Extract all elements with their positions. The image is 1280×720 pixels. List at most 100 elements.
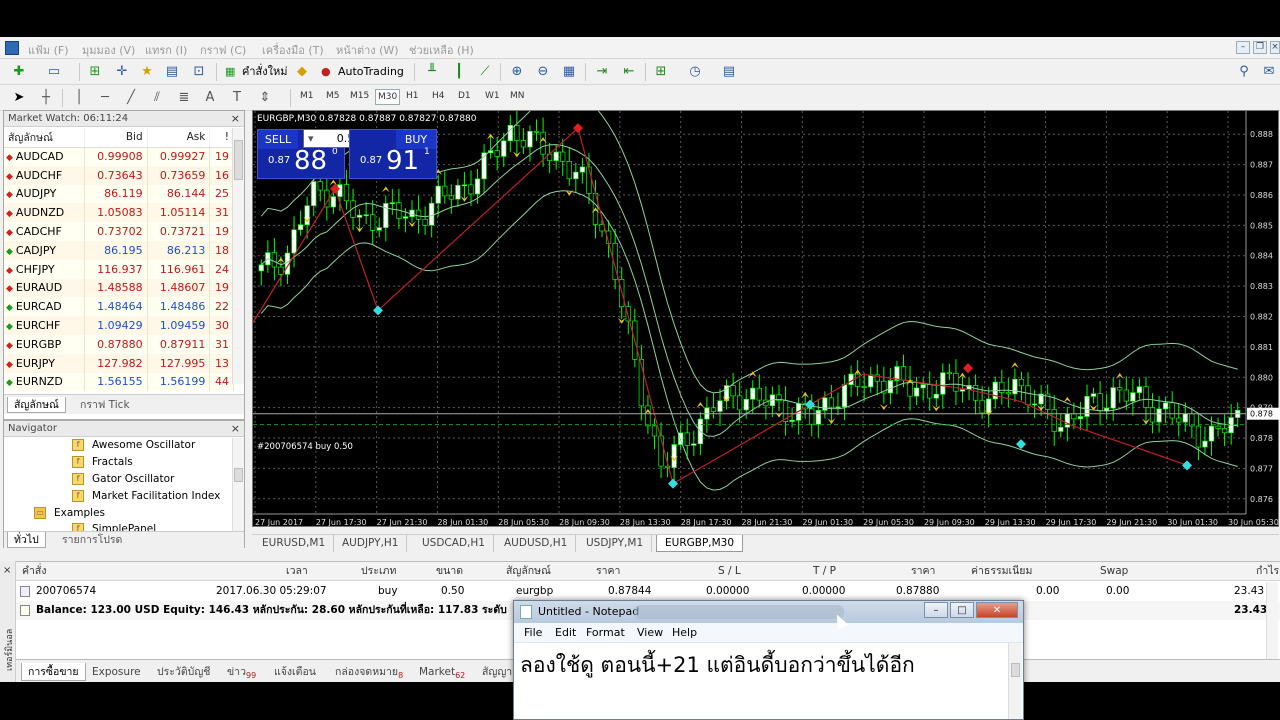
indicators-icon[interactable]: ⊞: [652, 63, 670, 81]
tab-mailbox[interactable]: กล่องจดหมาย8: [329, 663, 409, 681]
col-cur-price[interactable]: ราคา: [911, 562, 935, 581]
tf-m1[interactable]: M1: [300, 91, 314, 101]
chart-window[interactable]: 0.888 0.887 0.886 0.885 0.884 0.883 0.882 0.881…: [252, 110, 1280, 527]
menu-file[interactable]: File: [524, 623, 542, 643]
candlestick-icon[interactable]: ┃: [450, 63, 468, 81]
market-watch-row[interactable]: ◆ CADCHF 0.73702 0.73721 19: [4, 222, 234, 241]
cursor-icon[interactable]: ➤: [10, 89, 28, 107]
tf-h1[interactable]: H1: [406, 91, 419, 101]
notepad-titlebar[interactable]: Untitled - Notepad – □ ✕: [514, 601, 1023, 623]
terminal-icon[interactable]: ▤: [163, 63, 181, 81]
menu-window[interactable]: หน้าต่าง (W): [336, 41, 399, 59]
notepad-scrollbar[interactable]: [1008, 643, 1022, 719]
tab-symbols[interactable]: สัญลักษณ์: [7, 397, 66, 413]
zoom-out-icon[interactable]: ⊖: [534, 63, 552, 81]
chart-tab-active[interactable]: EURGBP,M30: [656, 535, 744, 552]
nav-item[interactable]: f Awesome Oscillator: [72, 439, 195, 451]
market-watch-row[interactable]: ◆ AUDCHF 0.73643 0.73659 16: [4, 165, 234, 185]
tab-exposure[interactable]: Exposure: [86, 663, 147, 681]
mdi-minimize-icon[interactable]: –: [1236, 41, 1250, 54]
tab-account-history[interactable]: ประวัติบัญชี: [151, 663, 216, 681]
fibonacci-icon[interactable]: ≣: [175, 89, 193, 107]
menu-tools[interactable]: เครื่องมือ (T): [262, 41, 324, 59]
col-tp[interactable]: T / P: [813, 562, 836, 581]
nav-item[interactable]: f Fractals: [72, 456, 133, 468]
text-label-icon[interactable]: T: [228, 89, 246, 107]
tf-m5[interactable]: M5: [326, 91, 340, 101]
market-watch-row[interactable]: ◆ AUDCAD 0.99908 0.99927 19: [4, 147, 234, 166]
tf-w1[interactable]: W1: [485, 91, 500, 101]
col-type[interactable]: ประเภท: [361, 562, 396, 581]
market-watch-row[interactable]: ◆ EURJPY 127.982 127.995 13: [4, 353, 234, 373]
mdi-restore-icon[interactable]: ❐: [1253, 41, 1267, 54]
terminal-scrollbar[interactable]: [1266, 582, 1278, 660]
tab-favorites[interactable]: รายการโปรด: [56, 532, 128, 548]
notepad-text-area[interactable]: ลองใช้ดู ตอนนี้+21 แต่อินดี้บอกว่าขึ้นได…: [520, 649, 915, 682]
tab-alerts[interactable]: แจ้งเตือน: [268, 663, 322, 681]
market-watch-row[interactable]: ◆ AUDJPY 86.119 86.144 25: [4, 184, 234, 204]
equidistant-channel-icon[interactable]: ⫽: [148, 89, 166, 107]
tab-trade[interactable]: การซื้อขาย: [21, 663, 86, 681]
tf-m15[interactable]: M15: [350, 91, 369, 101]
market-watch-icon[interactable]: ⊞: [86, 63, 104, 81]
menu-insert[interactable]: แทรก (I): [145, 41, 187, 59]
tf-d1[interactable]: D1: [458, 91, 471, 101]
col-sl[interactable]: S / L: [718, 562, 741, 581]
menu-format[interactable]: Format: [586, 623, 625, 643]
chart-tab[interactable]: AUDJPY,H1: [334, 535, 408, 552]
col-size[interactable]: ขนาด: [436, 562, 463, 581]
templates-icon[interactable]: ▤: [720, 63, 738, 81]
market-watch-row[interactable]: ◆ EURCAD 1.48464 1.48486 22: [4, 297, 234, 317]
chart-tab[interactable]: USDJPY,M1: [578, 535, 653, 552]
periods-icon[interactable]: ◷: [686, 63, 704, 81]
nav-item[interactable]: f Gator Oscillator: [72, 473, 174, 485]
col-bid[interactable]: Bid: [84, 128, 148, 148]
notepad-window[interactable]: Untitled - Notepad – □ ✕ File Edit Forma…: [513, 600, 1024, 720]
market-watch-row[interactable]: ◆ AUDNZD 1.05083 1.05114 31: [4, 203, 234, 223]
vertical-line-icon[interactable]: │: [70, 89, 88, 107]
market-watch-row[interactable]: ◆ EURGBP 0.87880 0.87911 31: [4, 334, 234, 354]
col-symbol[interactable]: สัญลักษณ์: [4, 128, 85, 148]
arrows-icon[interactable]: ⇕: [256, 89, 274, 107]
menu-edit[interactable]: Edit: [555, 623, 576, 643]
menu-help[interactable]: Help: [672, 623, 697, 643]
chart-tab[interactable]: EURUSD,M1: [254, 535, 335, 552]
tab-common[interactable]: ทั่วไป: [7, 532, 46, 548]
strategy-tester-icon[interactable]: ⊡: [190, 63, 208, 81]
col-ask[interactable]: Ask: [147, 128, 211, 148]
col-profit[interactable]: กำไร: [1256, 562, 1279, 581]
crosshair-icon[interactable]: ┼: [37, 89, 55, 107]
tab-signals[interactable]: สัญญา: [476, 663, 518, 681]
tab-market[interactable]: Market62: [413, 663, 471, 681]
col-swap[interactable]: Swap: [1100, 562, 1128, 581]
bar-chart-icon[interactable]: ╨: [423, 63, 441, 81]
autoscroll-icon[interactable]: ⇤: [620, 63, 638, 81]
tab-news[interactable]: ข่าว99: [221, 663, 262, 681]
autotrading-button[interactable]: ● AutoTrading: [318, 62, 404, 82]
trendline-icon[interactable]: ╱: [122, 89, 140, 107]
horizontal-line-icon[interactable]: ─: [96, 89, 114, 107]
close-icon[interactable]: ×: [3, 565, 11, 576]
col-symbol[interactable]: สัญลักษณ์: [506, 562, 551, 581]
text-icon[interactable]: A: [201, 89, 219, 107]
profiles-icon[interactable]: ▭: [45, 63, 63, 81]
close-icon[interactable]: ✕: [976, 602, 1018, 618]
buy-button[interactable]: BUY 0.87 91 1: [349, 129, 437, 179]
line-chart-icon[interactable]: ⟋: [476, 63, 494, 81]
col-commission[interactable]: ค่าธรรมเนียม: [971, 562, 1032, 581]
tile-windows-icon[interactable]: ▦: [560, 63, 578, 81]
tab-tick-chart[interactable]: กราฟ Tick: [74, 397, 136, 413]
new-chart-icon[interactable]: ✚: [10, 63, 28, 81]
chart-tab[interactable]: AUDUSD,H1: [496, 535, 577, 552]
tf-mn[interactable]: MN: [510, 91, 525, 101]
menu-chart[interactable]: กราฟ (C): [200, 41, 246, 59]
data-window-icon[interactable]: ✛: [113, 63, 131, 81]
new-order-button[interactable]: ▦ คำสั่งใหม่: [222, 62, 288, 82]
close-icon[interactable]: ×: [231, 111, 240, 127]
navigator-icon[interactable]: ★: [138, 63, 156, 81]
market-watch-row[interactable]: ◆ EURAUD 1.48588 1.48607 19: [4, 278, 234, 298]
menu-view[interactable]: มุมมอง (V): [82, 41, 135, 59]
col-time[interactable]: เวลา: [286, 562, 308, 581]
col-price[interactable]: ราคา: [596, 562, 620, 581]
navigator-scrollbar[interactable]: [232, 438, 244, 532]
